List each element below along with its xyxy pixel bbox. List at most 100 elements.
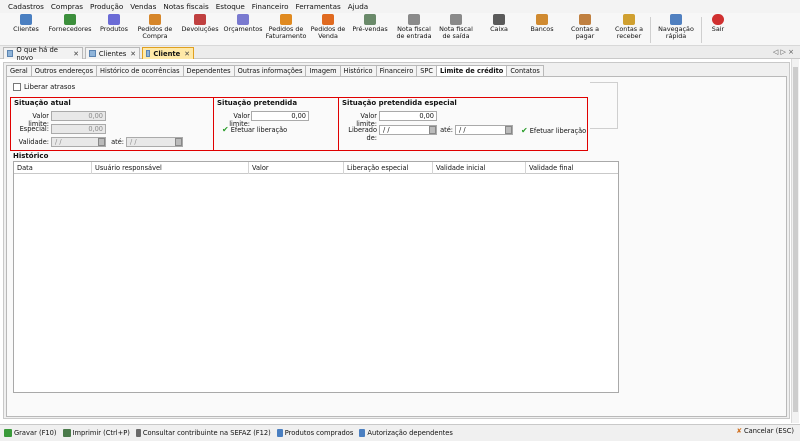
scrollbar-thumb[interactable] bbox=[793, 67, 798, 412]
menu-cadastros[interactable]: Cadastros bbox=[8, 2, 44, 11]
purchase-order-icon bbox=[149, 14, 161, 25]
situacao-especial-title: Situação pretendida especial bbox=[342, 99, 457, 107]
menu-ferramentas[interactable]: Ferramentas bbox=[295, 2, 340, 11]
consultar-sefaz-button[interactable]: Consultar contribuinte na SEFAZ (F12) bbox=[135, 429, 271, 437]
quick-nav-icon bbox=[670, 14, 682, 25]
col-validade-final[interactable]: Validade final bbox=[526, 162, 618, 174]
col-usuario-responsavel[interactable]: Usuário responsável bbox=[92, 162, 249, 174]
liberar-atrasos-checkbox[interactable]: Liberar atrasos bbox=[13, 83, 75, 91]
tab-outros-enderecos[interactable]: Outros endereços bbox=[30, 65, 98, 76]
tab-financeiro[interactable]: Financeiro bbox=[375, 65, 418, 76]
toolbar-clientes-button[interactable]: Clientes bbox=[8, 14, 44, 45]
cash-icon bbox=[493, 14, 505, 25]
cancelar-button[interactable]: ✘ Cancelar (ESC) bbox=[736, 427, 794, 435]
sales-order-icon bbox=[322, 14, 334, 25]
quotes-icon bbox=[237, 14, 249, 25]
tab-spc[interactable]: SPC bbox=[416, 65, 438, 76]
toolbar-produtos-button[interactable]: Produtos bbox=[96, 14, 132, 45]
tab-geral[interactable]: Geral bbox=[6, 65, 32, 76]
menu-estoque[interactable]: Estoque bbox=[216, 2, 245, 11]
menu-ajuda[interactable]: Ajuda bbox=[348, 2, 368, 11]
valor-limite-especial-field[interactable]: 0,00 bbox=[379, 111, 437, 121]
historico-grid: Data Usuário responsável Valor Liberação… bbox=[13, 161, 619, 393]
toolbar-contas-receber-button[interactable]: Contas a receber bbox=[610, 14, 648, 45]
checkbox-box[interactable] bbox=[13, 83, 21, 91]
menu-vendas[interactable]: Vendas bbox=[130, 2, 156, 11]
produtos-comprados-button[interactable]: Produtos comprados bbox=[276, 429, 353, 437]
toolbar-nf-entrada-button[interactable]: Nota fiscal de entrada bbox=[394, 14, 434, 45]
toolbar-bancos-button[interactable]: Bancos bbox=[526, 14, 558, 45]
col-validade-inicial[interactable]: Validade inicial bbox=[433, 162, 526, 174]
vertical-scrollbar[interactable] bbox=[791, 59, 799, 423]
exit-icon bbox=[712, 14, 724, 25]
cliente-form: Geral Outros endereços Histórico de ocor… bbox=[3, 62, 790, 419]
ate-label: até: bbox=[440, 126, 453, 134]
tab-nav-arrows[interactable]: ◁ ▷ × bbox=[773, 48, 794, 56]
tab-historico-ocorrencias[interactable]: Histórico de ocorrências bbox=[96, 65, 184, 76]
tab-dependentes[interactable]: Dependentes bbox=[182, 65, 235, 76]
imprimir-button[interactable]: Imprimir (Ctrl+P) bbox=[62, 429, 130, 437]
invoice-out-icon bbox=[450, 14, 462, 25]
valor-limite-pretendido-field[interactable]: 0,00 bbox=[251, 111, 309, 121]
main-toolbar: Clientes Fornecedores Produtos Pedidos d… bbox=[0, 13, 800, 46]
gravar-button[interactable]: Gravar (F10) bbox=[4, 429, 57, 437]
toolbar-pedidos-venda-button[interactable]: Pedidos de Venda bbox=[310, 14, 346, 45]
toolbar-pedidos-compra-button[interactable]: Pedidos de Compra bbox=[134, 14, 176, 45]
col-data[interactable]: Data bbox=[14, 162, 92, 174]
invoice-in-icon bbox=[408, 14, 420, 25]
dependents-auth-icon bbox=[359, 429, 366, 437]
page-icon bbox=[146, 50, 151, 57]
products-icon bbox=[108, 14, 120, 25]
cancel-icon: ✘ bbox=[736, 427, 742, 435]
checkmark-icon: ✔ bbox=[521, 126, 528, 135]
payables-icon bbox=[579, 14, 591, 25]
sefaz-icon bbox=[135, 429, 141, 437]
toolbar-separator bbox=[701, 17, 702, 43]
returns-icon bbox=[194, 14, 206, 25]
calendar-icon[interactable] bbox=[505, 126, 512, 134]
calendar-icon[interactable] bbox=[175, 138, 182, 146]
tab-clientes[interactable]: Clientes ✕ bbox=[85, 47, 140, 59]
tab-cliente[interactable]: Cliente ✕ bbox=[142, 47, 194, 59]
toolbar-pedidos-faturamento-button[interactable]: Pedidos de Faturamento bbox=[266, 14, 306, 45]
close-icon[interactable]: ✕ bbox=[130, 50, 136, 58]
page-icon bbox=[89, 50, 96, 57]
especial-field[interactable]: 0,00 bbox=[51, 124, 106, 134]
menu-producao[interactable]: Produção bbox=[90, 2, 123, 11]
tab-limite-de-credito[interactable]: Limite de crédito bbox=[436, 65, 508, 76]
validade-label: Validade: bbox=[18, 138, 49, 146]
efetuar-liberacao-especial-button[interactable]: ✔ Efetuar liberação bbox=[521, 126, 586, 135]
toolbar-pre-vendas-button[interactable]: Pré-vendas bbox=[352, 14, 388, 45]
situacao-pretendida-title: Situação pretendida bbox=[217, 99, 298, 107]
menu-notas-fiscais[interactable]: Notas fiscais bbox=[163, 2, 208, 11]
menu-compras[interactable]: Compras bbox=[51, 2, 83, 11]
toolbar-contas-pagar-button[interactable]: Contas a pagar bbox=[566, 14, 604, 45]
situacao-pretendida-group: Situação pretendida Valor limite: 0,00 ✔… bbox=[213, 97, 339, 151]
receivables-icon bbox=[623, 14, 635, 25]
bottom-action-bar: Gravar (F10) Imprimir (Ctrl+P) Consultar… bbox=[0, 424, 800, 441]
valor-limite-field[interactable]: 0,00 bbox=[51, 111, 106, 121]
clients-icon bbox=[20, 14, 32, 25]
toolbar-sair-button[interactable]: Sair bbox=[706, 14, 730, 45]
tab-o-que-ha-de-novo[interactable]: O que há de novo ✕ bbox=[3, 46, 83, 62]
close-icon[interactable]: ✕ bbox=[73, 50, 79, 58]
close-icon[interactable]: ✕ bbox=[184, 50, 190, 58]
col-valor[interactable]: Valor bbox=[249, 162, 344, 174]
calendar-icon[interactable] bbox=[429, 126, 436, 134]
toolbar-navegacao-rapida-button[interactable]: Navegação rápida bbox=[654, 14, 698, 45]
tab-historico[interactable]: Histórico bbox=[339, 65, 377, 76]
toolbar-fornecedores-button[interactable]: Fornecedores bbox=[46, 14, 94, 45]
toolbar-orcamentos-button[interactable]: Orçamentos bbox=[222, 14, 264, 45]
tab-outras-informacoes[interactable]: Outras informações bbox=[233, 65, 307, 76]
tab-contatos[interactable]: Contatos bbox=[506, 65, 544, 76]
situacao-atual-group: Situação atual Valor limite: 0,00 Especi… bbox=[10, 97, 214, 151]
calendar-icon[interactable] bbox=[98, 138, 105, 146]
efetuar-liberacao-button[interactable]: ✔ Efetuar liberação bbox=[222, 125, 287, 134]
tab-imagem[interactable]: Imagem bbox=[305, 65, 341, 76]
menu-financeiro[interactable]: Financeiro bbox=[252, 2, 289, 11]
toolbar-devolucoes-button[interactable]: Devoluções bbox=[180, 14, 220, 45]
toolbar-caixa-button[interactable]: Caixa bbox=[484, 14, 514, 45]
toolbar-nf-saida-button[interactable]: Nota fiscal de saída bbox=[437, 14, 475, 45]
col-liberacao-especial[interactable]: Liberação especial bbox=[344, 162, 433, 174]
autorizacao-dependentes-button[interactable]: Autorização dependentes bbox=[359, 429, 453, 437]
